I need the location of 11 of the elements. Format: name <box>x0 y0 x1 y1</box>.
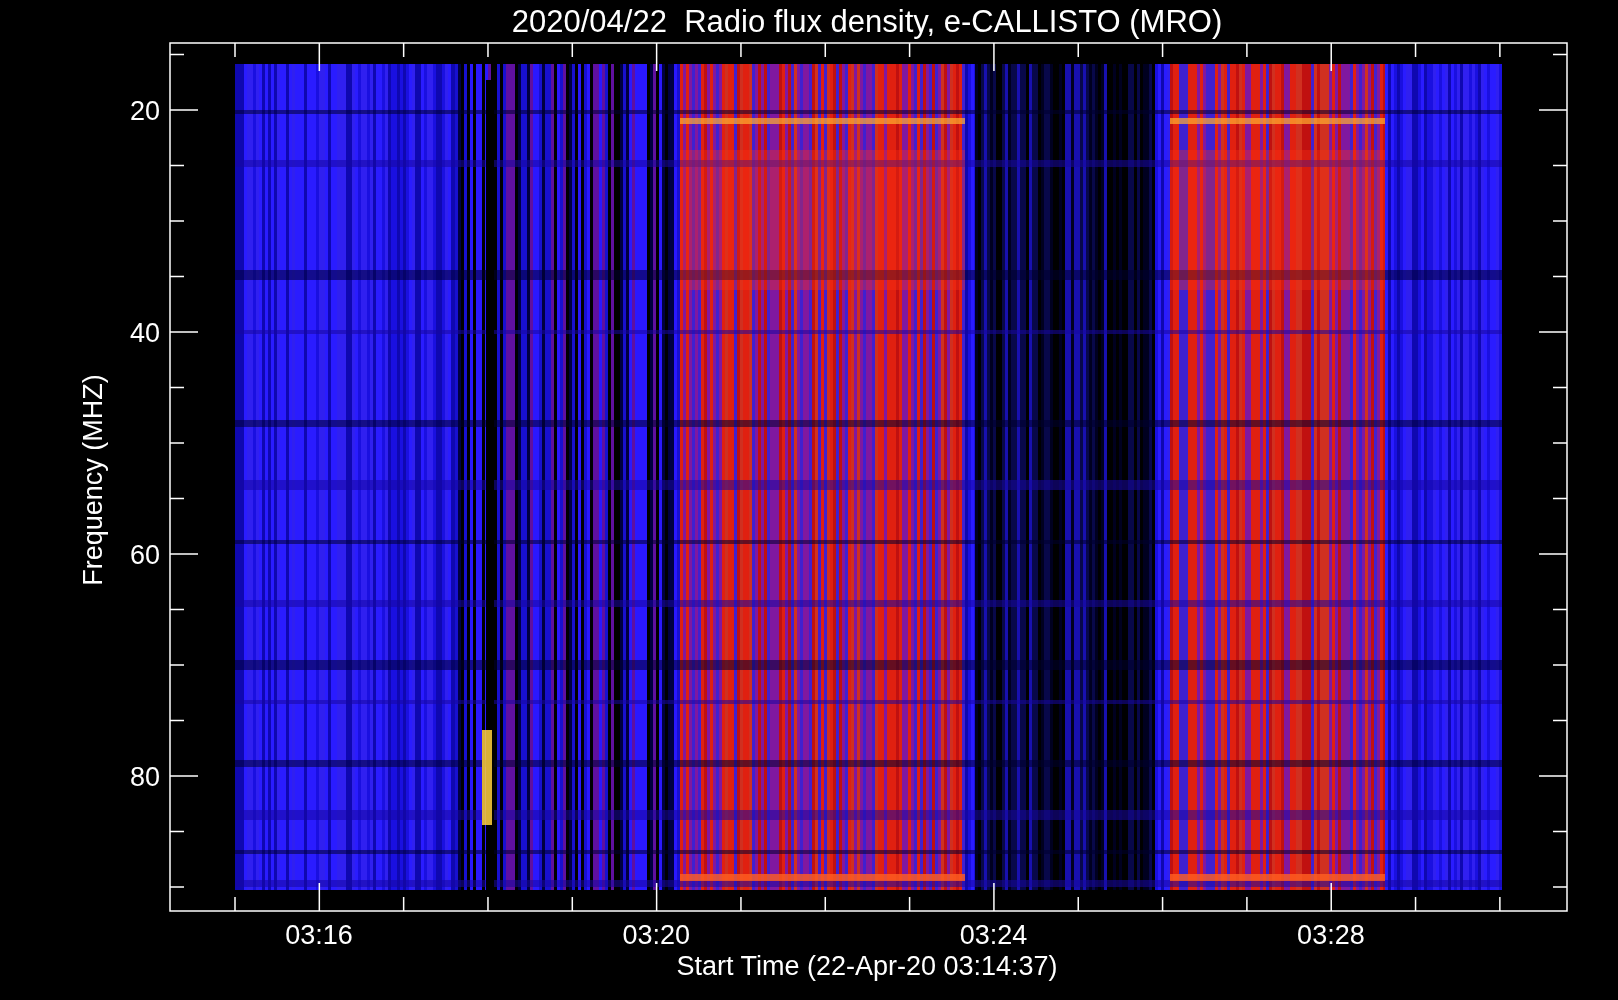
tick-label: 40 <box>129 318 160 348</box>
tick-label: 80 <box>129 762 160 792</box>
tick-label: 60 <box>129 540 160 570</box>
axis-label: Start Time (22-Apr-20 03:14:37) <box>676 951 1058 981</box>
tick-label: 20 <box>129 96 160 126</box>
tick-label: 03:28 <box>1297 920 1365 950</box>
tick-label: 03:20 <box>622 920 691 950</box>
axis-label: Frequency (MHZ) <box>78 374 108 586</box>
chart-title: 2020/04/22 Radio flux density, e-CALLISTO (MRO) <box>511 4 1223 39</box>
tick-label: 03:16 <box>285 920 353 950</box>
tick-label: 03:24 <box>959 920 1028 950</box>
